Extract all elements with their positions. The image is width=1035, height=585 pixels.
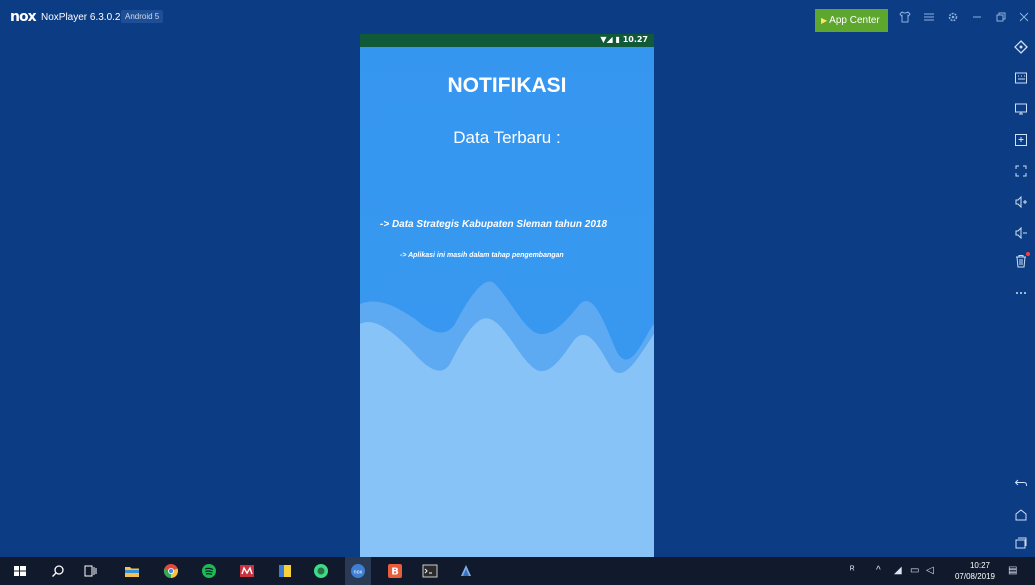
app-title: NoxPlayer 6.3.0.2 <box>41 12 121 23</box>
volume-down-icon[interactable] <box>1014 226 1028 240</box>
app-m-icon[interactable] <box>239 563 255 579</box>
file-explorer-icon[interactable] <box>124 563 140 579</box>
nox-icon: nox <box>351 564 365 578</box>
screenshot-icon[interactable] <box>1014 133 1028 147</box>
task-view-icon[interactable] <box>82 563 98 579</box>
android-version-badge: Android 5 <box>121 10 164 23</box>
wifi-tray-icon[interactable]: ◢ <box>894 565 902 577</box>
windows-taskbar: nox B ᴿ ^ ◢ ▭ ◁ ▤ 10:27 07/08/2019 <box>0 557 1035 585</box>
notification-center-icon[interactable]: ▤ <box>1008 565 1017 577</box>
spotify-icon[interactable] <box>201 563 217 579</box>
keyboard-icon[interactable] <box>1014 71 1028 85</box>
app-center-button[interactable]: ▶ App Center <box>815 9 888 32</box>
notification-dot <box>1026 252 1030 256</box>
search-icon[interactable] <box>50 563 66 579</box>
nox-taskbar-active[interactable]: nox <box>345 557 371 585</box>
status-time: 10.27 <box>622 35 648 44</box>
app-center-label: App Center <box>829 15 880 26</box>
svg-text:B: B <box>391 567 399 578</box>
battery-icon: ▮ <box>615 35 620 44</box>
nox-logo: nox <box>10 9 37 25</box>
restore-icon[interactable] <box>995 11 1007 25</box>
speaker-icon[interactable]: ◁ <box>926 565 934 577</box>
title-bar: nox NoxPlayer 6.3.0.2 Android 5 ▶ App Cen… <box>0 0 1035 34</box>
chevron-up-icon[interactable]: ^ <box>876 565 881 577</box>
development-note: -> Aplikasi ini masih dalam tahap pengem… <box>400 252 564 259</box>
fullscreen-icon[interactable] <box>1014 164 1028 178</box>
page-title: NOTIFIKASI <box>447 74 567 97</box>
svg-text:nox: nox <box>353 570 362 576</box>
menu-icon[interactable] <box>923 11 935 25</box>
shirt-icon[interactable] <box>899 11 911 25</box>
right-toolbar <box>1006 34 1035 557</box>
home-icon[interactable] <box>1014 508 1028 522</box>
sticky-notes-icon[interactable] <box>277 563 293 579</box>
screen-icon[interactable] <box>1014 102 1028 116</box>
clock-time[interactable]: 10:27 <box>960 561 1000 570</box>
minimize-icon[interactable] <box>971 11 983 25</box>
data-link[interactable]: -> Data Strategis Kabupaten Sleman tahun… <box>380 219 607 230</box>
windows-start-icon[interactable] <box>12 563 28 579</box>
recents-icon[interactable] <box>1014 536 1028 550</box>
trash-icon[interactable] <box>1014 254 1028 268</box>
settings-icon[interactable] <box>947 11 959 25</box>
clock-date[interactable]: 07/08/2019 <box>950 572 1000 581</box>
android-studio-icon[interactable] <box>313 563 329 579</box>
close-icon[interactable] <box>1018 11 1030 25</box>
terminal-icon[interactable] <box>422 563 438 579</box>
people-icon[interactable]: ᴿ <box>850 565 855 577</box>
play-icon: ▶ <box>821 16 828 25</box>
android-screen[interactable]: ▼◢ ▮ 10.27 NOTIFIKASI Data Terbaru : -> … <box>360 34 654 557</box>
wave-background <box>360 281 654 557</box>
volume-up-icon[interactable] <box>1014 195 1028 209</box>
chrome-icon[interactable] <box>163 563 179 579</box>
status-bar: ▼◢ ▮ 10.27 <box>360 34 654 47</box>
signal-icon: ◢ <box>606 35 613 44</box>
app-b-icon[interactable]: B <box>387 563 403 579</box>
battery-tray-icon[interactable]: ▭ <box>910 565 919 577</box>
app-blue-icon[interactable] <box>458 563 474 579</box>
page-subtitle: Data Terbaru : <box>453 128 561 147</box>
back-icon[interactable] <box>1014 476 1028 490</box>
nox-window: nox NoxPlayer 6.3.0.2 Android 5 ▶ App Cen… <box>0 0 1035 557</box>
location-icon[interactable] <box>1014 40 1028 54</box>
more-icon[interactable] <box>1014 284 1028 298</box>
